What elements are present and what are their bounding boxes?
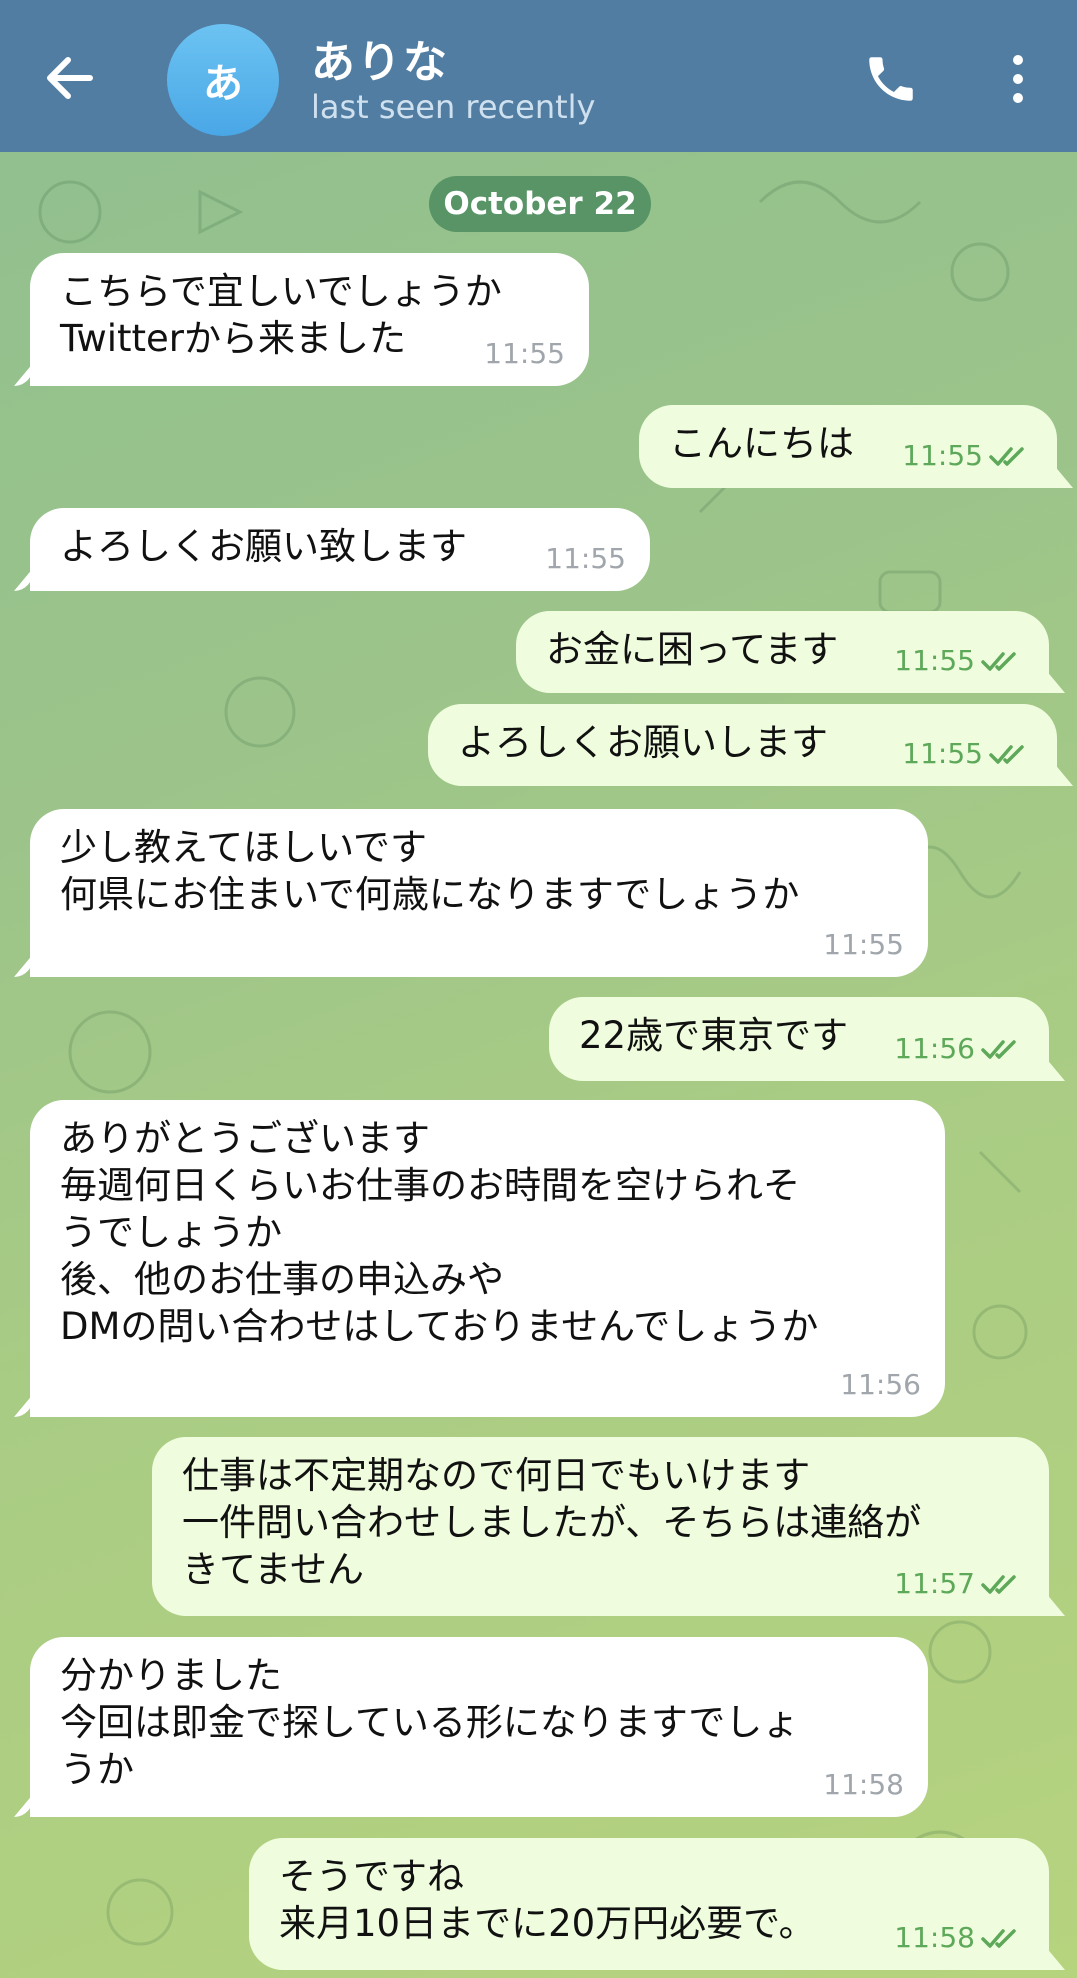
message-bubble-incoming[interactable]: 少し教えてほしいです 何県にお住まいで何歳になりますでしょうか 11:55	[30, 809, 928, 977]
message-bubble-outgoing[interactable]: こんにちは 11:55	[639, 405, 1057, 488]
message-time: 11:58	[823, 1768, 904, 1802]
arrow-left-icon[interactable]	[40, 48, 100, 108]
message-bubble-incoming[interactable]: よろしくお願い致します 11:55	[30, 508, 650, 591]
more-vertical-icon[interactable]	[1000, 50, 1036, 108]
message-time: 11:58	[894, 1921, 975, 1955]
message-time: 11:55	[823, 928, 904, 962]
date-separator: October 22	[429, 176, 651, 232]
double-check-icon	[981, 1929, 1016, 1948]
message-time: 11:55	[902, 439, 983, 473]
avatar[interactable]: あ	[167, 24, 279, 136]
message-bubble-outgoing[interactable]: お金に困ってます 11:55	[516, 611, 1049, 693]
contact-name[interactable]: ありな	[311, 26, 449, 90]
message-bubble-outgoing[interactable]: 仕事は不定期なので何日でもいけます 一件問い合わせしましたが、そちらは連絡が き…	[152, 1437, 1049, 1616]
message-text: 少し教えてほしいです 何県にお住まいで何歳になりますでしょうか	[60, 826, 800, 916]
message-text: 分かりました 今回は即金で探している形になりますでしょ うか	[60, 1654, 800, 1791]
phone-icon[interactable]	[862, 50, 920, 108]
message-time: 11:56	[894, 1032, 975, 1066]
double-check-icon	[981, 652, 1016, 671]
message-bubble-outgoing[interactable]: よろしくお願いします 11:55	[428, 704, 1057, 786]
message-text: ありがとうございます 毎週何日くらいお仕事のお時間を空けられそ うでしょうか 後…	[60, 1117, 819, 1348]
double-check-icon	[981, 1040, 1016, 1059]
message-time: 11:55	[902, 737, 983, 771]
message-bubble-outgoing[interactable]: 22歳で東京です 11:56	[549, 997, 1049, 1081]
message-time: 11:55	[484, 337, 565, 371]
double-check-icon	[981, 1575, 1016, 1594]
message-time: 11:56	[840, 1368, 921, 1402]
double-check-icon	[989, 447, 1024, 466]
message-time: 11:55	[545, 542, 626, 576]
message-bubble-incoming[interactable]: 分かりました 今回は即金で探している形になりますでしょ うか 11:58	[30, 1637, 928, 1817]
double-check-icon	[989, 745, 1024, 764]
message-text: よろしくお願い致します	[60, 525, 467, 568]
message-bubble-incoming[interactable]: ありがとうございます 毎週何日くらいお仕事のお時間を空けられそ うでしょうか 後…	[30, 1100, 945, 1417]
message-bubble-outgoing[interactable]: そうですね 来月10日までに20万円必要で。 11:58	[249, 1838, 1049, 1970]
contact-status: last seen recently	[311, 88, 596, 126]
message-bubble-incoming[interactable]: こちらで宜しいでしょうか Twitterから来ました 11:55	[30, 253, 589, 386]
message-time: 11:55	[894, 644, 975, 678]
message-time: 11:57	[894, 1567, 975, 1601]
chat-header: あ ありな last seen recently	[0, 0, 1077, 152]
